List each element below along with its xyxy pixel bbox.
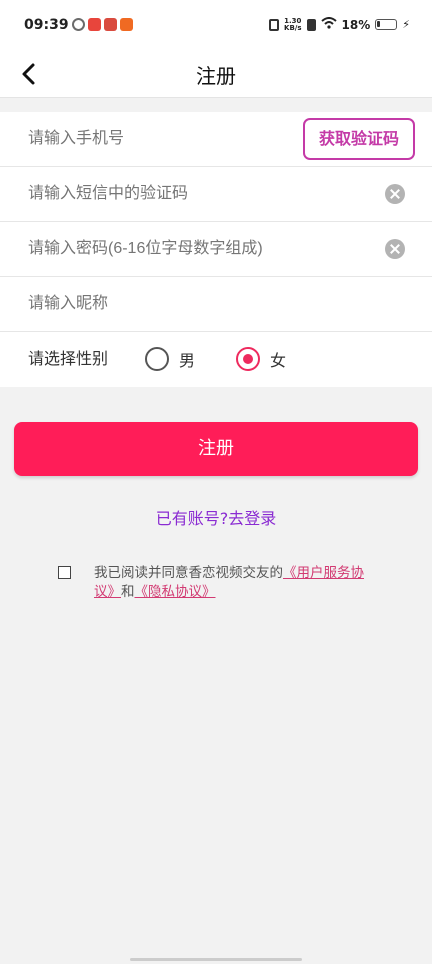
wifi-icon	[320, 17, 337, 32]
radio-unchecked-icon[interactable]	[145, 347, 169, 371]
gender-option-label: 男	[179, 351, 196, 370]
gender-row: 请选择性别 男 女	[0, 332, 432, 387]
agreement-conjunction: 和	[121, 584, 135, 600]
password-input[interactable]	[28, 222, 368, 276]
charging-icon: ⚡	[402, 18, 410, 31]
status-notification-icons	[72, 18, 133, 31]
login-link[interactable]: 已有账号?去登录	[0, 505, 432, 529]
gender-option-label: 女	[270, 351, 287, 370]
home-indicator[interactable]	[130, 958, 302, 961]
register-button[interactable]: 注册	[14, 422, 418, 476]
gender-label: 请选择性别	[28, 349, 109, 368]
get-code-button[interactable]: 获取验证码	[303, 118, 415, 160]
notification-app-icon	[104, 18, 117, 31]
clear-password-icon[interactable]	[385, 239, 405, 259]
radio-checked-icon[interactable]	[236, 347, 260, 371]
notification-app-icon	[88, 18, 101, 31]
vibrate-icon	[269, 18, 280, 31]
notification-app-icon	[120, 18, 133, 31]
clear-sms-code-icon[interactable]	[385, 184, 405, 204]
nickname-input[interactable]	[28, 277, 368, 331]
agreement-text: 我已阅读并同意香恋视频交友的《用户服务协议》和《隐私协议》	[94, 564, 384, 602]
password-row	[0, 222, 432, 277]
page-title: 注册	[196, 64, 236, 88]
battery-icon	[375, 19, 398, 30]
agreement-prefix: 我已阅读并同意香恋视频交友的	[94, 565, 283, 581]
nickname-row	[0, 277, 432, 332]
network-speed-unit: KB/s	[284, 23, 302, 32]
sim-icon	[306, 18, 316, 31]
gender-option-male[interactable]: 男	[145, 347, 195, 371]
sms-code-row	[0, 167, 432, 222]
battery-percent: 18%	[341, 17, 371, 32]
gender-option-female[interactable]: 女	[236, 347, 286, 371]
privacy-agreement-link[interactable]: 《隐私协议》	[135, 584, 216, 600]
status-time: 09:39	[24, 17, 69, 33]
sms-code-input[interactable]	[28, 167, 368, 221]
agreement-checkbox[interactable]	[58, 566, 71, 579]
navigation-bar: 注册	[0, 50, 432, 98]
register-form: 获取验证码 请选择性别 男 女	[0, 112, 432, 387]
phone-row: 获取验证码	[0, 112, 432, 167]
network-speed: 1.30 KB/s	[284, 17, 302, 32]
notification-app-icon	[72, 18, 85, 31]
status-right: 1.30 KB/s 18% ⚡	[269, 17, 410, 32]
status-bar: 09:39 1.30 KB/s 18% ⚡	[0, 0, 432, 50]
